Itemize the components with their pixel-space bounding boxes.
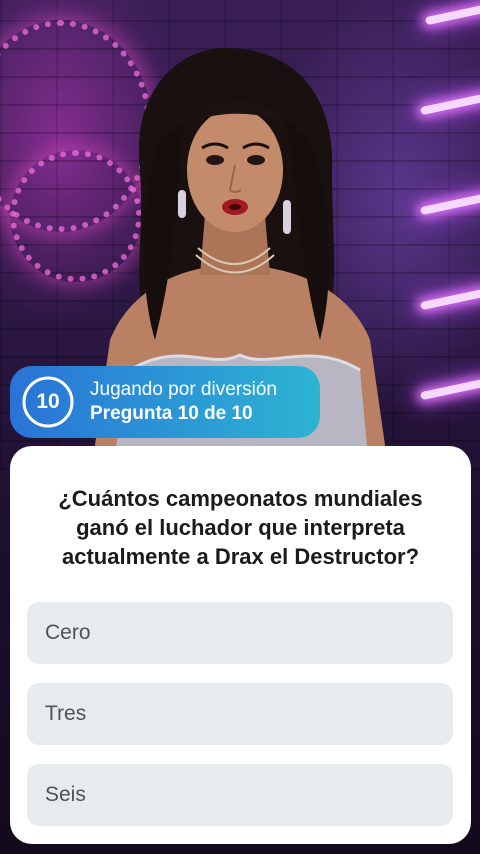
question-counter: Pregunta 10 de 10 — [90, 403, 253, 424]
question-number: 10 — [36, 390, 60, 413]
answer-option[interactable]: Tres — [27, 683, 453, 745]
game-mode-label: Jugando por diversión — [90, 379, 277, 400]
question-card: ¿Cuántos campeonatos mundiales ganó el l… — [10, 446, 471, 844]
answer-option[interactable]: Seis — [27, 764, 453, 826]
progress-ring: 10 — [20, 374, 76, 430]
answer-option[interactable]: Cero — [27, 602, 453, 664]
progress-chip: 10 Jugando por diversión Pregunta 10 de … — [10, 366, 320, 438]
progress-text: Jugando por diversión Pregunta 10 de 10 — [90, 378, 277, 426]
trivia-screen: 10 Jugando por diversión Pregunta 10 de … — [0, 0, 480, 854]
question-text: ¿Cuántos campeonatos mundiales ganó el l… — [58, 486, 423, 569]
